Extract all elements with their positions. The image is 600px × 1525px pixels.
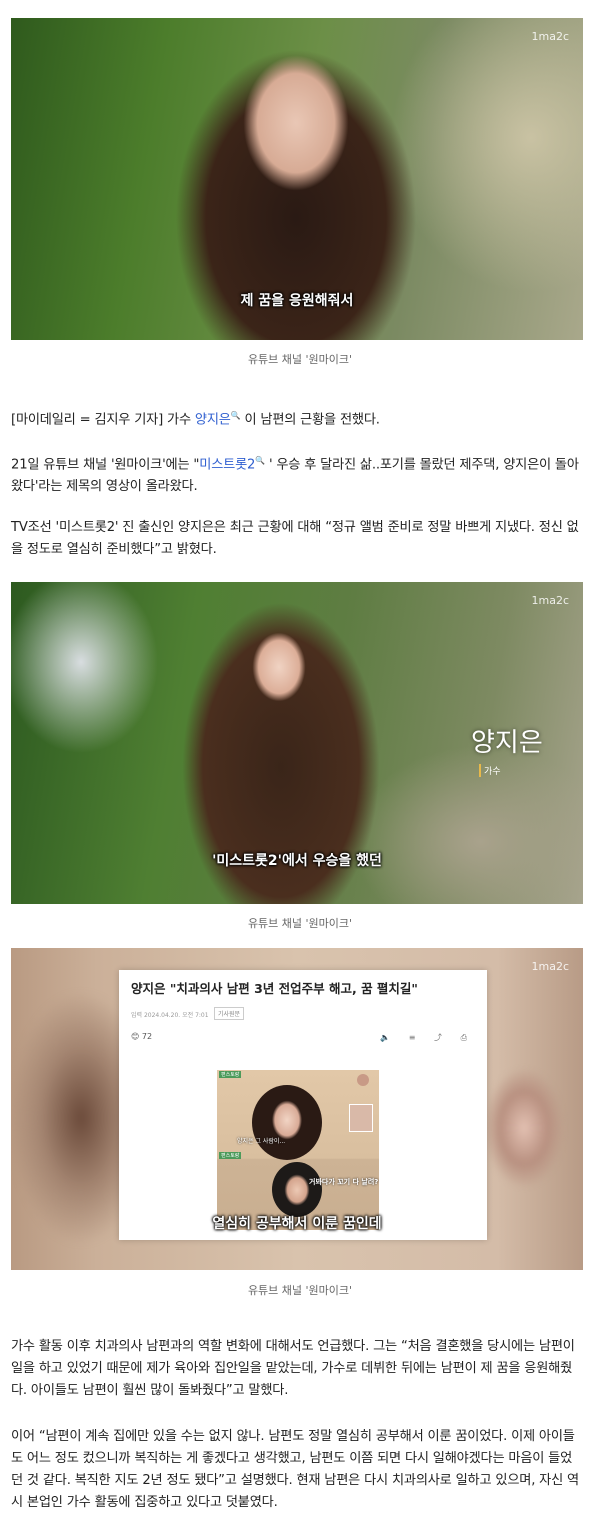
paragraph-text: 21일 유튜브 채널 '원마이크'에는 " xyxy=(11,457,200,473)
image-caption: 유튜브 채널 '원마이크' xyxy=(247,353,353,366)
search-icon[interactable]: 🔍 xyxy=(255,456,265,465)
article-page: 1ma2c 제 꿈을 응원해줘서 유튜브 채널 '원마이크' [마이데일리 = … xyxy=(0,0,600,1525)
name-overlay: 양지은 xyxy=(471,728,543,758)
still-subtitle: 양지은 그 사람이... xyxy=(237,1138,286,1145)
tv-still: 편스토랑 양지은 그 사람이... 편스토랑 거봐다가 꼬기 다 날려? xyxy=(217,1070,379,1230)
paragraph: 21일 유튜브 채널 '원마이크'에는 "미스트롯2🔍 ' 우승 후 달라진 삶… xyxy=(11,450,583,498)
person-photo xyxy=(272,1162,322,1217)
inset-photo xyxy=(349,1104,373,1132)
subtitle: 열심히 공부해서 이룬 꿈인데 xyxy=(212,1216,382,1232)
watermark: 1ma2c xyxy=(531,594,569,607)
paragraph: 이어 “남편이 계속 집에만 있을 수는 없지 않나. 남편도 정말 열심히 공… xyxy=(11,1429,579,1510)
video-still-3[interactable]: 1ma2c 양지은 "치과의사 남편 3년 전업주부 해고, 꿈 펼치길" 입력… xyxy=(11,948,583,1270)
still-subtitle: 거봐다가 꼬기 다 날려? xyxy=(309,1178,379,1186)
blurred-thumbnail xyxy=(479,1068,569,1198)
reaction-count: 😊 72 xyxy=(131,1032,153,1041)
article-tools: 🔈 ≡ ⤴ ⎙ xyxy=(380,1033,475,1042)
news-article-card: 양지은 "치과의사 남편 3년 전업주부 해고, 꿈 펼치길" 입력 2024.… xyxy=(119,970,487,1240)
image-caption: 유튜브 채널 '원마이크' xyxy=(247,1284,353,1297)
article-meta: 입력 2024.04.20. 오전 7:01 xyxy=(131,1012,209,1019)
article-title: 양지은 "치과의사 남편 3년 전업주부 해고, 꿈 펼치길" xyxy=(131,981,418,996)
subtitle: 제 꿈을 응원해줘서 xyxy=(240,293,354,309)
paragraph-text: 이 남편의 근황을 전했다. xyxy=(240,412,380,428)
paragraph: [마이데일리 = 김지우 기자] 가수 양지은🔍 이 남편의 근황을 전했다. xyxy=(11,405,583,431)
article-category: 기사원문 xyxy=(214,1007,245,1020)
paragraph-text: [마이데일리 = 김지우 기자] 가수 xyxy=(11,412,195,428)
subtitle: '미스트롯2'에서 우승을 했던 xyxy=(212,853,382,869)
show-label: 편스토랑 xyxy=(219,1071,242,1078)
paragraph: TV조선 '미스트롯2' 진 출신인 양지은은 최근 근황에 대해 “정규 앨범… xyxy=(11,520,579,557)
video-still-2[interactable]: 1ma2c 양지은 가수 '미스트롯2'에서 우승을 했던 xyxy=(11,582,583,904)
avatar xyxy=(357,1074,369,1086)
person-photo xyxy=(252,1085,322,1160)
role-overlay: 가수 xyxy=(479,764,501,777)
paragraph: 가수 활동 이후 치과의사 남편과의 역할 변화에 대해서도 언급했다. 그는 … xyxy=(11,1339,575,1398)
keyword-link[interactable]: 미스트롯2 xyxy=(199,457,255,472)
keyword-link[interactable]: 양지은 xyxy=(195,412,231,427)
watermark: 1ma2c xyxy=(531,30,569,43)
show-label: 편스토랑 xyxy=(219,1152,242,1159)
image-caption: 유튜브 채널 '원마이크' xyxy=(247,917,353,930)
video-still-1[interactable]: 1ma2c 제 꿈을 응원해줘서 xyxy=(11,18,583,340)
watermark: 1ma2c xyxy=(531,960,569,973)
search-icon[interactable]: 🔍 xyxy=(231,411,241,420)
